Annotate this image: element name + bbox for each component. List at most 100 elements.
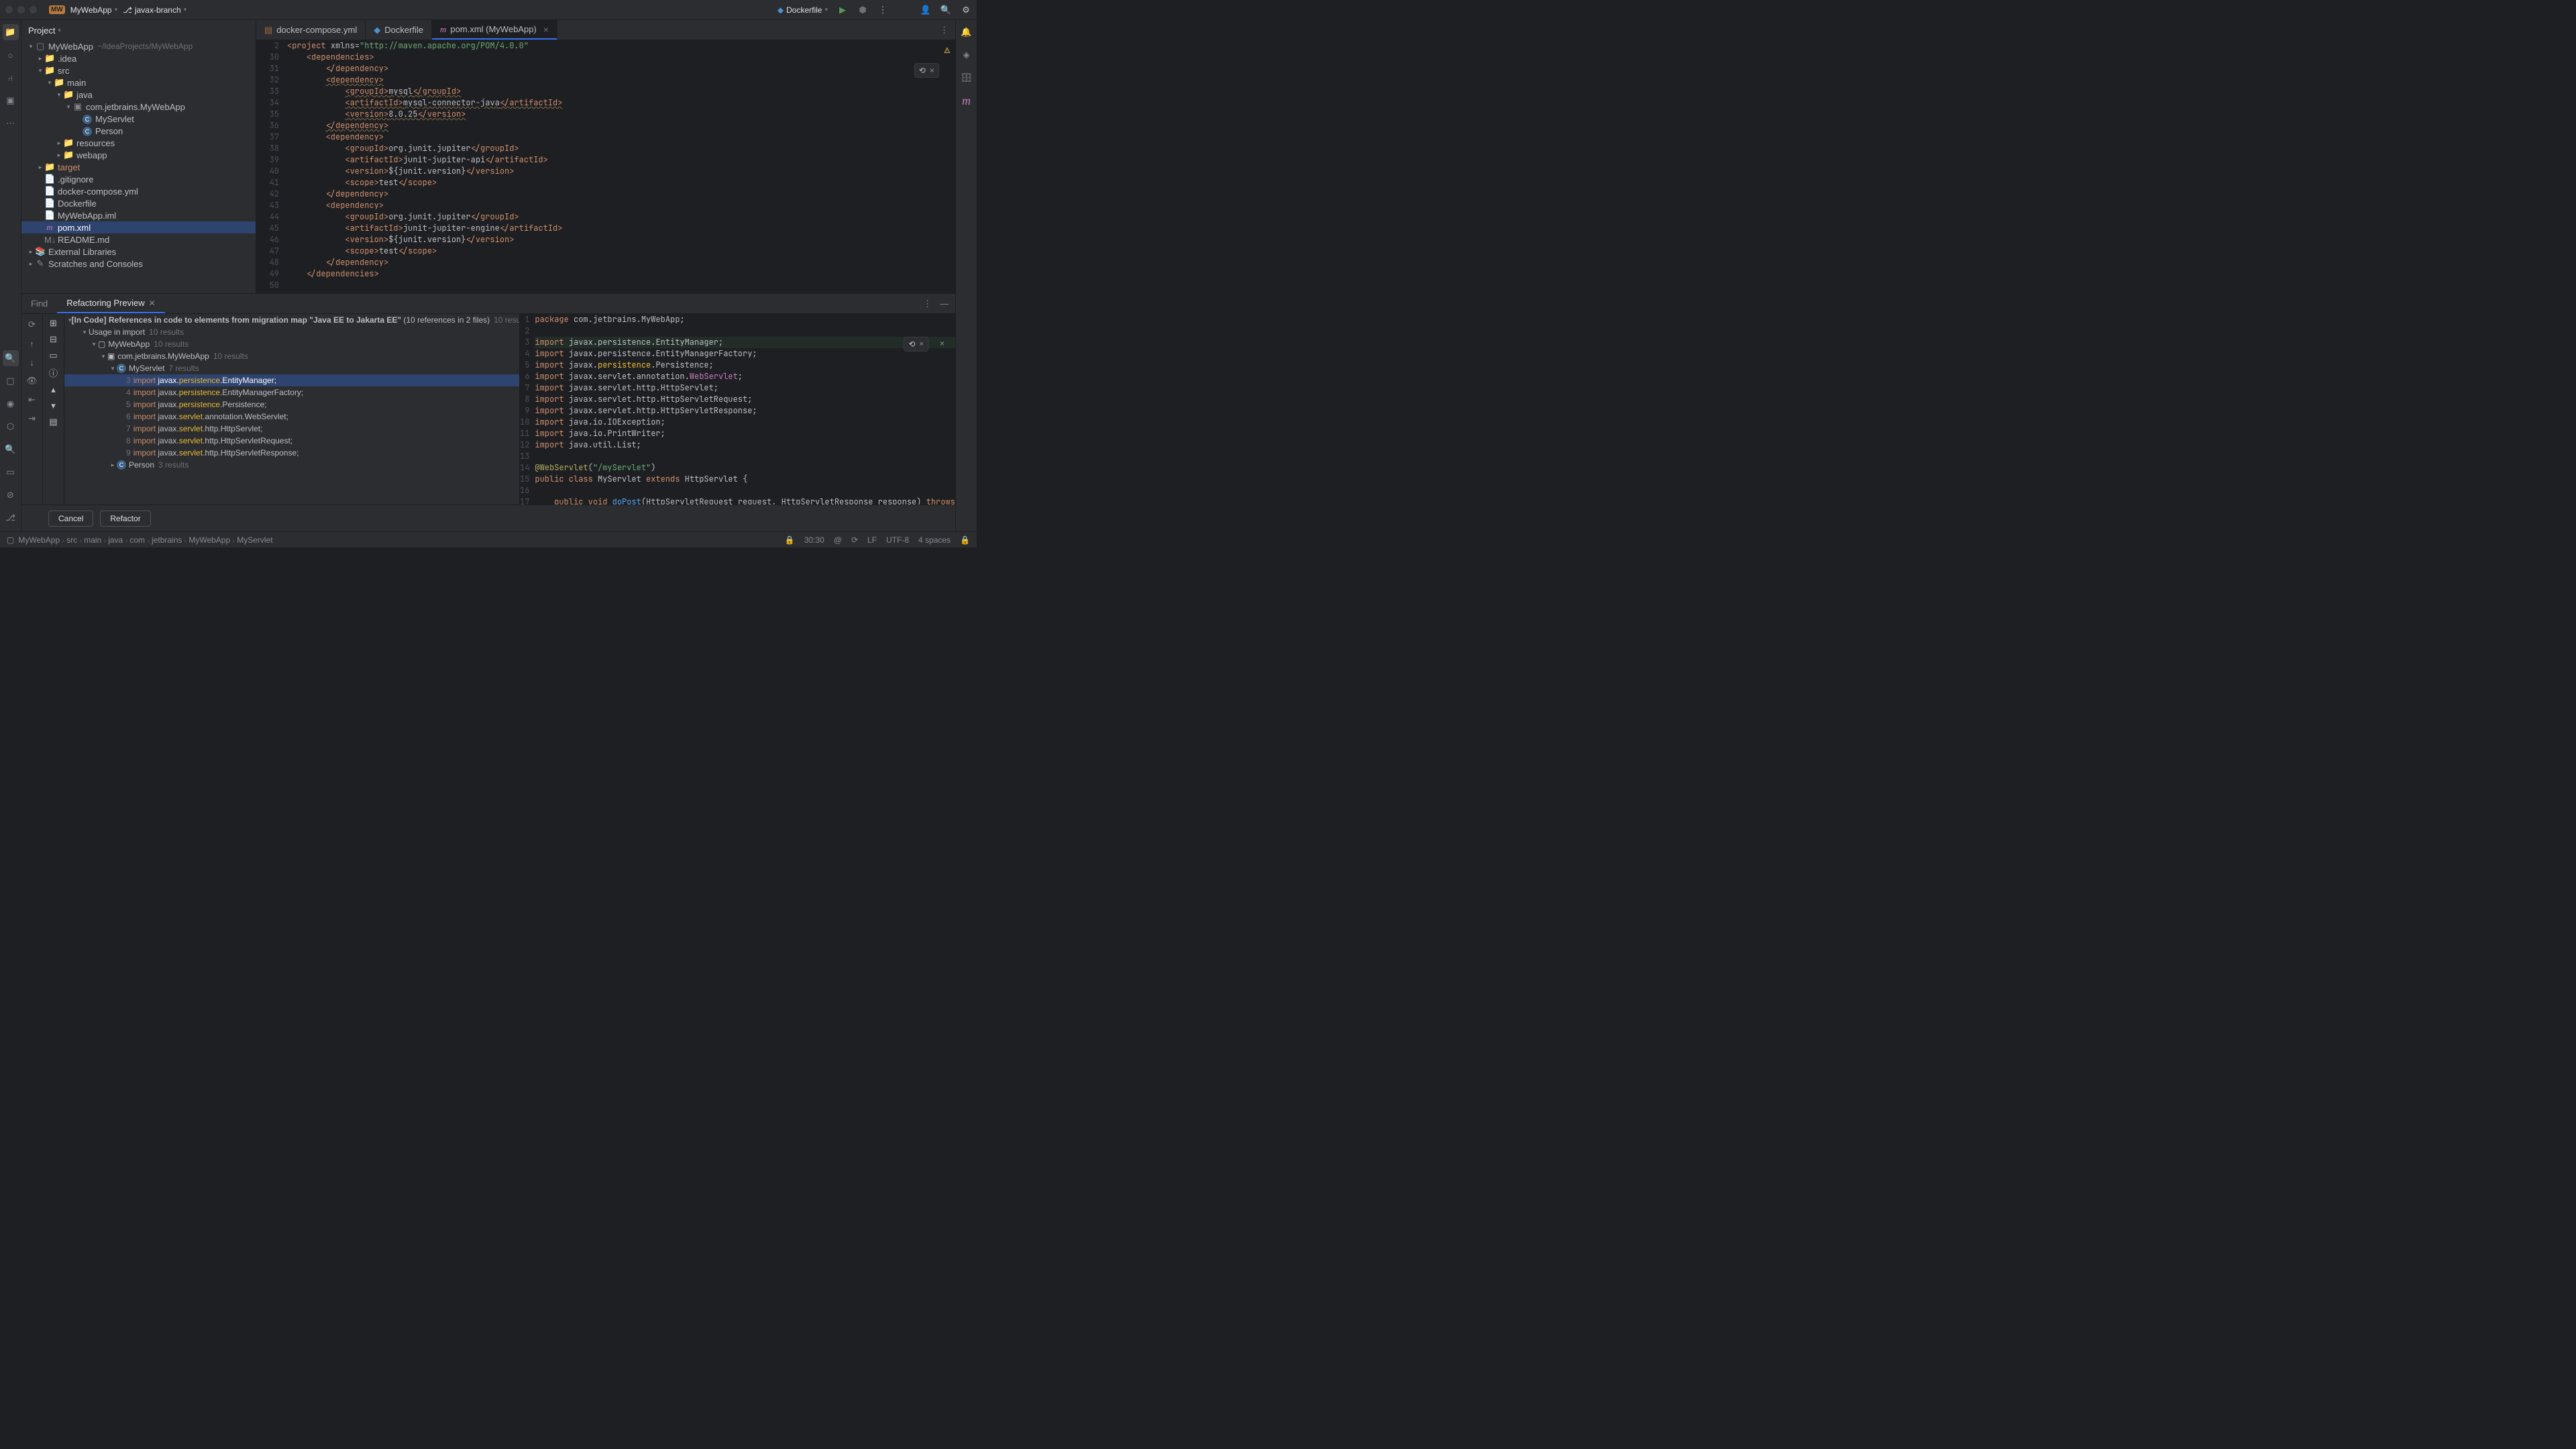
group-by-icon[interactable]: ▭ xyxy=(49,350,57,361)
breadcrumb-item[interactable]: src xyxy=(66,535,77,545)
database-icon[interactable]: 🗄 xyxy=(959,70,975,86)
caret-position[interactable]: 30:30 xyxy=(804,535,824,545)
line-separator[interactable]: LF xyxy=(867,535,877,545)
editor-tab[interactable]: mpom.xml (MyWebApp)× xyxy=(432,20,557,40)
tree-row[interactable]: ▾▣com.jetbrains.MyWebApp xyxy=(21,101,256,113)
commit-tool-button[interactable]: ○ xyxy=(3,47,19,63)
breadcrumb-item[interactable]: MyWebApp xyxy=(18,535,60,545)
terminal-tool-button[interactable]: ▢ xyxy=(3,373,19,389)
tree-row[interactable]: ▸📁webapp xyxy=(21,149,256,161)
close-icon[interactable]: ✕ xyxy=(930,65,934,76)
filter-down-icon[interactable]: ▾ xyxy=(51,400,56,411)
problems-tool-button[interactable]: ⊘ xyxy=(3,487,19,503)
next-occurrence-icon[interactable]: ↓ xyxy=(25,356,39,369)
breadcrumb-item[interactable]: main xyxy=(84,535,101,545)
breadcrumb-item[interactable]: com xyxy=(129,535,145,545)
import-icon[interactable]: ⇥ xyxy=(25,412,39,425)
breadcrumb-item[interactable]: java xyxy=(108,535,123,545)
usage-row[interactable]: 8 import javax.servlet.http.HttpServletR… xyxy=(64,435,519,447)
find-tool-button[interactable]: 🔍 xyxy=(3,350,19,366)
usage-row[interactable]: 7 import javax.servlet.http.HttpServlet; xyxy=(64,423,519,435)
file-encoding[interactable]: UTF-8 xyxy=(886,535,909,545)
usage-row[interactable]: 4 import javax.persistence.EntityManager… xyxy=(64,386,519,398)
usage-row[interactable]: 9 import javax.servlet.http.HttpServletR… xyxy=(64,447,519,459)
ai-assistant-icon[interactable]: ◈ xyxy=(959,47,975,63)
close-icon[interactable]: ✕ xyxy=(919,339,924,349)
editor[interactable]: 2303132333435363738394041424344454647484… xyxy=(256,40,955,293)
tree-row[interactable]: 📄docker-compose.yml xyxy=(21,185,256,197)
usage-preview-editor[interactable]: 12345678910111213141516171819 package co… xyxy=(519,314,955,504)
editor-tab[interactable]: ▤docker-compose.yml xyxy=(256,20,366,40)
power-save-icon[interactable]: 🔒 xyxy=(785,535,795,545)
export-icon[interactable]: ⇤ xyxy=(25,393,39,407)
minimize-icon[interactable]: — xyxy=(940,299,949,309)
tree-row[interactable]: M↓README.md xyxy=(21,233,256,246)
run-config-selector[interactable]: ◆ Dockerfile▾ xyxy=(777,5,828,15)
refactor-button[interactable]: Refactor xyxy=(100,511,150,527)
debug-button[interactable]: ⬢ xyxy=(857,5,868,15)
structure-tool-button[interactable]: ▣ xyxy=(3,93,19,109)
close-icon[interactable]: ✕ xyxy=(940,338,945,349)
more-tools-button[interactable]: ⋯ xyxy=(3,115,19,131)
tab-find[interactable]: Find xyxy=(21,294,57,313)
tree-row[interactable]: ▸📁resources xyxy=(21,137,256,149)
tree-row[interactable]: 📄Dockerfile xyxy=(21,197,256,209)
endpoints-tool-button[interactable]: 🔍 xyxy=(3,441,19,458)
filter-up-icon[interactable]: ▴ xyxy=(51,384,56,395)
breadcrumb-item[interactable]: jetbrains xyxy=(152,535,182,545)
tree-row[interactable]: 📄.gitignore xyxy=(21,173,256,185)
reader-mode-widget[interactable]: ⟲ ✕ xyxy=(914,63,939,78)
sync-status-icon[interactable]: ⟳ xyxy=(851,535,858,545)
usage-row[interactable]: 5 import javax.persistence.Persistence; xyxy=(64,398,519,411)
tab-overflow-icon[interactable]: ⋮ xyxy=(933,20,955,40)
maven-tool-icon[interactable]: m xyxy=(959,93,975,109)
code-with-me-icon[interactable]: 👤 xyxy=(920,5,931,15)
inspection-warning-icon[interactable]: ⚠ xyxy=(945,44,950,56)
readonly-toggle-icon[interactable]: 🔒 xyxy=(960,535,970,545)
breadcrumbs[interactable]: MyWebApp › src › main › java › com › jet… xyxy=(18,535,272,545)
notifications-icon[interactable]: 🔔 xyxy=(959,24,975,40)
usage-row[interactable]: ▾CMyServlet7 results xyxy=(64,362,519,374)
tree-row[interactable]: ▾📁src xyxy=(21,64,256,76)
editor-tab[interactable]: ◆Dockerfile xyxy=(366,20,432,40)
run-button[interactable]: ▶ xyxy=(837,5,848,15)
project-tree[interactable]: ▾▢MyWebApp~/IdeaProjects/MyWebApp▸📁.idea… xyxy=(21,40,256,293)
tree-row[interactable]: ▾▢MyWebApp~/IdeaProjects/MyWebApp xyxy=(21,40,256,52)
usage-row[interactable]: 6 import javax.servlet.annotation.WebSer… xyxy=(64,411,519,423)
usage-row[interactable]: ▸CPerson3 results xyxy=(64,459,519,471)
usage-tree-title[interactable]: ▾ [In Code] References in code to elemen… xyxy=(64,314,519,326)
expand-all-icon[interactable]: ⊞ xyxy=(50,318,57,329)
prev-occurrence-icon[interactable]: ↑ xyxy=(25,337,39,350)
settings-icon[interactable]: ⚙ xyxy=(961,5,971,15)
search-icon[interactable]: 🔍 xyxy=(941,5,951,15)
tree-row[interactable]: mpom.xml xyxy=(21,221,256,233)
tree-row[interactable]: 📄MyWebApp.iml xyxy=(21,209,256,221)
project-tool-button[interactable]: 📁 xyxy=(3,24,19,40)
close-icon[interactable]: × xyxy=(543,24,549,35)
reader-mode-widget[interactable]: ⟲ ✕ xyxy=(904,337,928,352)
usage-row[interactable]: 3 import javax.persistence.EntityManager… xyxy=(64,374,519,386)
tree-row[interactable]: ▸📚External Libraries xyxy=(21,246,256,258)
build-tool-button[interactable]: ▭ xyxy=(3,464,19,480)
usage-row[interactable]: ▾▢MyWebApp10 results xyxy=(64,338,519,350)
cancel-button[interactable]: Cancel xyxy=(48,511,93,527)
tree-row[interactable]: ▾📁main xyxy=(21,76,256,89)
vcs-branch[interactable]: ⎇ javax-branch▾ xyxy=(123,5,186,15)
tree-row[interactable]: ▸✎Scratches and Consoles xyxy=(21,258,256,270)
close-icon[interactable]: ✕ xyxy=(149,299,156,308)
tab-refactoring-preview[interactable]: Refactoring Preview ✕ xyxy=(57,294,164,313)
refactoring-usage-tree[interactable]: ▾ [In Code] References in code to elemen… xyxy=(64,314,519,504)
tree-row[interactable]: ▸📁target xyxy=(21,161,256,173)
window-controls[interactable] xyxy=(5,6,37,13)
project-selector[interactable]: MyWebApp▾ xyxy=(70,5,117,15)
remove-icon[interactable]: ▤ xyxy=(49,417,57,427)
tool-options-icon[interactable]: ⋮ xyxy=(923,299,932,309)
tree-row[interactable]: CMyServlet xyxy=(21,113,256,125)
dependencies-tool-button[interactable]: ⬡ xyxy=(3,419,19,435)
tree-row[interactable]: CPerson xyxy=(21,125,256,137)
collapse-all-icon[interactable]: ⊟ xyxy=(50,334,57,345)
more-actions-button[interactable]: ⋮ xyxy=(877,5,888,15)
editor-code[interactable]: <project xmlns="http://maven.apache.org/… xyxy=(286,40,955,293)
preview-icon[interactable]: 👁 xyxy=(25,374,39,388)
project-view-title[interactable]: Project xyxy=(28,25,55,36)
